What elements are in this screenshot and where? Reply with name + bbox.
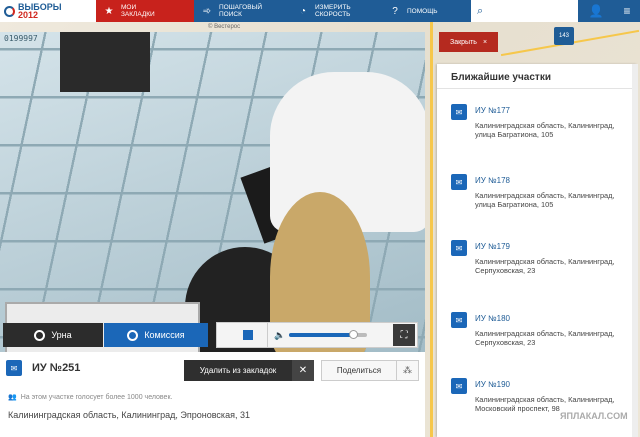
- station-name[interactable]: ИУ №179: [475, 242, 510, 251]
- list-item[interactable]: ✉ ИУ №178 Калининградская область, Калин…: [437, 174, 637, 244]
- tab-help[interactable]: ? ПОМОЩЬ: [382, 0, 468, 22]
- ballot-icon: ✉: [6, 360, 22, 376]
- tab-label-1: МОИ: [121, 4, 137, 11]
- volume-knob[interactable]: [349, 330, 359, 339]
- station-title: ИУ №251: [32, 362, 81, 374]
- watermark: ЯПЛАКАЛ.COM: [560, 411, 628, 421]
- share-icon: ⁂: [396, 361, 418, 380]
- panel-scrollbar[interactable]: [632, 64, 638, 437]
- tab-label-2: СКОРОСТЬ: [315, 11, 351, 18]
- user-icon: 👤: [588, 4, 604, 18]
- camera-video[interactable]: 0199997: [0, 32, 425, 352]
- station-name[interactable]: ИУ №180: [475, 314, 510, 323]
- elections-logo[interactable]: ВЫБОРЫ 2012: [0, 0, 96, 22]
- ballot-icon: ✉: [451, 174, 467, 190]
- search-icon: ⌕: [477, 4, 484, 17]
- stop-button[interactable]: [243, 330, 253, 340]
- fullscreen-button[interactable]: ⛶: [393, 324, 415, 346]
- logo-year: 2012: [18, 10, 39, 20]
- user-button[interactable]: 👤: [578, 0, 614, 22]
- logo-mark-icon: [4, 5, 15, 17]
- voters-note: 👥 На этом участке голосует более 1000 че…: [8, 393, 173, 402]
- close-icon: ×: [482, 38, 488, 46]
- camera-icon: [34, 329, 46, 341]
- remove-bookmark-button[interactable]: Удалить из закладок ✕: [184, 360, 314, 381]
- station-info: ✉ ИУ №251 Удалить из закладок ✕ Поделить…: [0, 352, 425, 437]
- list-item[interactable]: ✉ ИУ №177 Калининградская область, Калин…: [437, 104, 637, 174]
- camera-id: 0199997: [4, 34, 38, 43]
- top-navigation-bar: ВЫБОРЫ 2012 ★ МОИ ЗАКЛАДКИ ➾ ПОШАГОВЫЙ ПОИ…: [0, 0, 640, 22]
- help-icon: ?: [392, 5, 398, 17]
- close-label: Закрыть: [449, 38, 477, 46]
- menu-button[interactable]: ≡: [614, 0, 640, 22]
- station-name[interactable]: ИУ №190: [475, 380, 510, 389]
- share-label: Поделиться: [336, 366, 382, 375]
- close-icon: ✕: [292, 360, 314, 381]
- ballot-icon: ✉: [451, 104, 467, 120]
- share-button[interactable]: Поделиться ⁂: [321, 360, 419, 381]
- steps-icon: ➾: [202, 5, 212, 17]
- ballot-icon: ✉: [451, 312, 467, 328]
- tab-urn-camera[interactable]: Урна: [3, 323, 103, 347]
- search-input[interactable]: ⌕: [470, 0, 578, 22]
- tab-label-1: ИЗМЕРИТЬ: [315, 4, 351, 11]
- tab-label-2: ЗАКЛАДКИ: [121, 11, 155, 18]
- tab-my-bookmarks[interactable]: ★ МОИ ЗАКЛАДКИ: [96, 0, 194, 22]
- volume-level: [289, 333, 354, 337]
- volume-slider[interactable]: [289, 330, 368, 339]
- tab-urn-label: Урна: [51, 330, 72, 340]
- map-copyright: © Вестерос: [208, 24, 241, 30]
- tab-step-search[interactable]: ➾ ПОШАГОВЫЙ ПОИСК: [194, 0, 290, 22]
- menu-icon: ≡: [623, 4, 631, 18]
- ballot-icon: ✉: [451, 378, 467, 394]
- panel-title: Ближайшие участки: [437, 64, 637, 89]
- people-icon: 👥: [8, 394, 17, 401]
- station-address: Калининградская область, Калининград, Се…: [475, 257, 615, 275]
- speed-icon: ◔: [299, 5, 307, 17]
- nearby-stations-panel: Ближайшие участки ✉ ИУ №177 Калининградс…: [437, 64, 637, 437]
- star-icon: ★: [104, 5, 114, 17]
- ballot-icon: ✉: [451, 240, 467, 256]
- tab-measure-speed[interactable]: ◔ ИЗМЕРИТЬ СКОРОСТЬ: [290, 0, 382, 22]
- tab-label-1: ПОШАГОВЫЙ: [219, 4, 262, 11]
- station-address: Калининградская область, Калининград, Се…: [475, 329, 615, 347]
- fullscreen-icon: ⛶: [400, 329, 408, 341]
- close-panel-button[interactable]: Закрыть ×: [439, 32, 498, 52]
- video-player-controls: 🔈 ⛶: [216, 322, 418, 348]
- list-item[interactable]: ✉ ИУ №190 Калининградская область, Калин…: [437, 378, 637, 437]
- tab-commission-camera[interactable]: Комиссия: [104, 323, 208, 347]
- station-address: Калининградская область, Калининград, Эп…: [8, 410, 250, 420]
- camera-icon: [127, 329, 139, 341]
- remove-bookmark-label: Удалить из закладок: [199, 366, 277, 375]
- map-cluster-badge[interactable]: 143: [554, 27, 574, 45]
- station-address: Калининградская область, Калининград, ул…: [475, 121, 615, 139]
- station-address: Калининградская область, Калининград, ул…: [475, 191, 615, 209]
- list-item[interactable]: ✉ ИУ №180 Калининградская область, Калин…: [437, 312, 637, 382]
- speaker-icon[interactable]: 🔈: [274, 330, 285, 341]
- station-name[interactable]: ИУ №177: [475, 106, 510, 115]
- station-name[interactable]: ИУ №178: [475, 176, 510, 185]
- voters-note-text: На этом участке голосует более 1000 чело…: [20, 393, 173, 401]
- tab-label-1: ПОМОЩЬ: [407, 7, 438, 15]
- map-road: [430, 22, 433, 437]
- list-item[interactable]: ✉ ИУ №179 Калининградская область, Калин…: [437, 240, 637, 310]
- tab-label-2: ПОИСК: [219, 11, 242, 18]
- tab-commission-label: Комиссия: [144, 330, 185, 340]
